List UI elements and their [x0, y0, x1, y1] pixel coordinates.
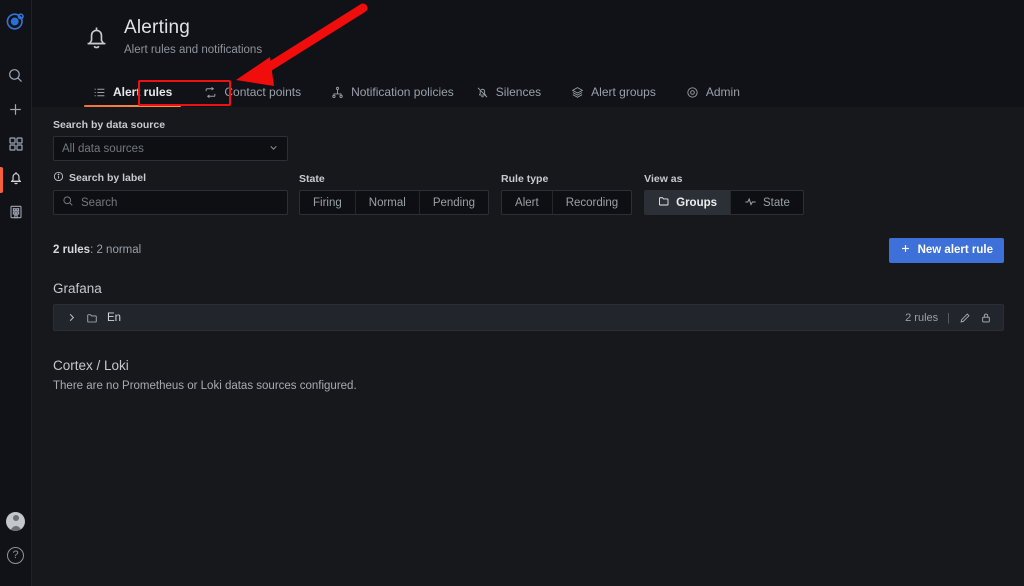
layer-group-icon — [571, 86, 584, 99]
state-option-pending[interactable]: Pending — [420, 191, 488, 214]
contact-points-icon — [204, 86, 217, 99]
datasource-value: All data sources — [62, 142, 144, 155]
chevron-right-icon[interactable] — [66, 312, 77, 323]
datasource-filter: Search by data source All data sources — [53, 119, 1004, 161]
sidebar-item-help[interactable]: ? — [0, 538, 32, 572]
tab-label: Contact points — [224, 85, 302, 99]
state-label: State — [299, 173, 325, 185]
page-container: Alerting Alert rules and notifications A… — [32, 0, 1024, 586]
help-icon: ? — [7, 546, 24, 564]
group-rules-count: 2 rules — [905, 311, 939, 324]
alerting-page: ? Alerting Alert rules and notifications — [0, 0, 1024, 586]
label-text: Search by label — [69, 172, 147, 184]
tab-notification-policies[interactable]: Notification policies — [320, 79, 465, 107]
content-area: Search by data source All data sources S… — [32, 107, 1024, 586]
bell-icon — [8, 170, 24, 191]
rules-count-rest: : 2 normal — [90, 244, 142, 256]
tab-alert-groups[interactable]: Alert groups — [560, 79, 667, 107]
datasource-label: Search by data source — [53, 119, 166, 131]
cortex-section-title: Cortex / Loki — [53, 358, 129, 373]
cortex-empty-message: There are no Prometheus or Loki datas so… — [53, 380, 357, 392]
label-search-label: Search by label — [53, 171, 288, 185]
tab-admin[interactable]: Admin — [675, 79, 751, 107]
page-subtitle: Alert rules and notifications — [124, 44, 263, 56]
rule-type-radio-group: Alert Recording — [501, 190, 633, 215]
pencil-icon[interactable] — [959, 312, 971, 324]
page-header: Alerting Alert rules and notifications A… — [32, 0, 1024, 107]
sidebar-item-apps[interactable] — [0, 197, 32, 231]
new-alert-rule-label: New alert rule — [917, 244, 993, 256]
view-as-filter: View as Groups State — [644, 173, 804, 215]
lock-icon[interactable] — [980, 312, 992, 324]
rules-count: 2 rules: 2 normal — [53, 244, 141, 256]
table-row[interactable]: En 2 rules | — [53, 304, 1004, 331]
label-search-filter: Search by label Search — [53, 171, 288, 215]
group-name: En — [107, 311, 122, 324]
heart-rate-icon — [744, 195, 757, 211]
target-icon — [686, 86, 699, 99]
grafana-logo[interactable] — [0, 7, 32, 35]
datasource-select[interactable]: All data sources — [53, 136, 288, 161]
plus-icon — [900, 243, 911, 257]
sitemap-icon — [331, 86, 344, 99]
search-placeholder: Search — [81, 196, 118, 209]
grid-icon — [8, 136, 24, 157]
group-row-right: 2 rules | — [905, 312, 992, 324]
state-filter: State Firing Normal Pending — [299, 173, 490, 215]
sidebar-item-profile[interactable] — [0, 504, 32, 538]
list-icon — [93, 86, 106, 99]
state-radio-group: Firing Normal Pending — [299, 190, 490, 215]
state-option-firing[interactable]: Firing — [300, 191, 356, 214]
chevron-down-icon — [268, 142, 279, 155]
bell-slash-icon — [476, 86, 489, 99]
tab-label: Alert rules — [113, 85, 173, 99]
search-icon — [62, 195, 74, 210]
view-as-label: View as — [644, 173, 683, 185]
group-row-left: En — [66, 312, 121, 324]
rules-summary-row: 2 rules: 2 normal New alert rule — [53, 237, 1004, 263]
sidebar-item-dashboards[interactable] — [0, 129, 32, 163]
rule-type-option-recording[interactable]: Recording — [553, 191, 631, 214]
view-as-label-groups: Groups — [676, 196, 718, 209]
view-as-label-state: State — [763, 196, 790, 209]
new-alert-rule-button[interactable]: New alert rule — [888, 237, 1004, 263]
tab-silences[interactable]: Silences — [465, 79, 552, 107]
view-as-option-groups[interactable]: Groups — [645, 191, 732, 214]
view-as-radio-group: Groups State — [644, 190, 804, 215]
rule-type-filter: Rule type Alert Recording — [501, 173, 633, 215]
tab-label: Admin — [705, 85, 740, 99]
sidebar-item-alerting[interactable] — [0, 163, 32, 197]
user-avatar — [6, 511, 25, 531]
rules-count-bold: 2 rules — [53, 244, 91, 256]
sidebar-item-create[interactable] — [0, 95, 32, 129]
folder-icon — [658, 195, 670, 210]
folder-icon — [86, 312, 98, 324]
view-as-option-state[interactable]: State — [731, 191, 803, 214]
building-icon — [8, 204, 24, 225]
info-circle-icon — [53, 171, 64, 185]
tab-bar: Alert rules Contact points Notification … — [82, 79, 751, 107]
label-search-input[interactable]: Search — [53, 190, 288, 215]
grafana-section-title: Grafana — [53, 281, 102, 296]
tab-alert-rules[interactable]: Alert rules — [82, 79, 183, 107]
page-title: Alerting — [124, 17, 191, 38]
tab-label: Alert groups — [591, 85, 656, 99]
tab-contact-points[interactable]: Contact points — [193, 79, 312, 107]
separator: | — [947, 311, 950, 324]
main-sidebar: ? — [0, 0, 32, 586]
search-icon — [7, 67, 24, 89]
filters-row: Search by label Search State Firing Norm… — [53, 171, 1004, 215]
plus-icon — [7, 101, 24, 123]
state-option-normal[interactable]: Normal — [356, 191, 420, 214]
rule-type-label: Rule type — [501, 173, 549, 185]
tab-label: Silences — [495, 85, 542, 99]
alerting-bell-icon — [82, 23, 116, 58]
rule-type-option-alert[interactable]: Alert — [502, 191, 553, 214]
tab-label: Notification policies — [351, 85, 454, 99]
sidebar-item-search[interactable] — [0, 61, 32, 95]
